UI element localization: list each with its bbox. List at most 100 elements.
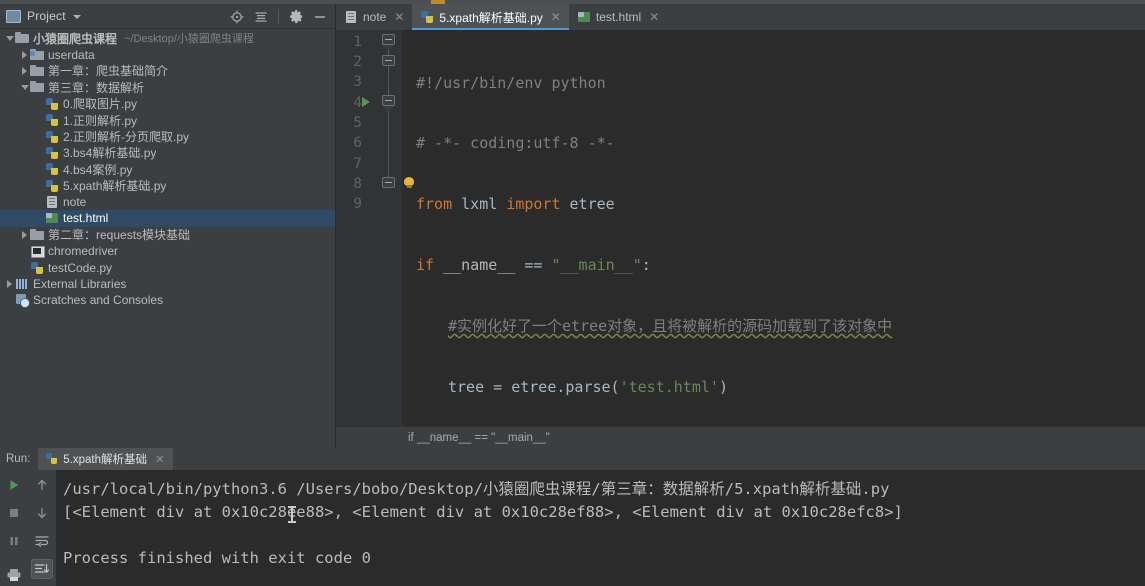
tree-row[interactable]: test.html [0,210,335,227]
code-line-6: tree = etree.parse('test.html') [402,377,1145,397]
tree-row-label: 第二章：requests模块基础 [48,228,191,243]
tree-row[interactable]: 3.bs4解析基础.py [0,145,335,161]
editor-tab-label: test.html [595,10,642,24]
locate-icon[interactable] [226,6,248,28]
tree-expand-arrow-icon[interactable] [19,230,30,239]
breadcrumb[interactable]: if __name__ == "__main__" [336,426,1145,448]
editor-gutter[interactable]: 1 2 3 4 5 6 7 8 9 [336,30,414,426]
fold-marker-line8[interactable] [382,177,395,188]
tree-expand-arrow-icon[interactable] [19,84,30,90]
tree-row[interactable]: External Libraries [0,276,335,292]
editor-area: note ✕ 5.xpath解析基础.py ✕ test.html ✕ 1 2 3 4 5… [336,4,1145,448]
chevron-down-icon[interactable] [72,15,81,19]
tree-row[interactable]: 5.xpath解析基础.py [0,178,335,194]
kw-from: from [416,195,453,214]
tree-expand-arrow-icon[interactable] [4,35,15,41]
tree-row[interactable]: chromedriver [0,243,335,259]
tree-row[interactable]: testCode.py [0,259,335,275]
chevron-right-icon [22,230,27,239]
editor-tab-label: note [363,10,387,24]
html-icon [45,211,59,225]
fold-marker-line2[interactable] [382,55,395,66]
py-icon [45,97,59,111]
tree-row[interactable]: 4.bs4案例.py [0,161,335,177]
tree-row[interactable]: 第一章：爬虫基础简介 [0,63,335,79]
code-line-3: from lxml import etree [402,194,1145,214]
folder-icon [30,228,44,242]
py-icon [45,162,59,176]
close-icon[interactable]: ✕ [155,452,165,466]
fold-marker-line4[interactable] [382,95,395,111]
tree-row[interactable]: userdata [0,46,335,62]
tree-row[interactable]: note [0,194,335,210]
print-button[interactable] [3,565,25,585]
tree-row[interactable]: 2.正则解析-分页爬取.py [0,128,335,144]
op-eq: == [524,256,543,275]
code-text[interactable]: #!/usr/bin/env python # -*- coding:utf-8… [402,30,1145,426]
str-testhtml: 'test.html' [619,378,719,397]
paren-close: ) [718,378,728,397]
collapse-all-icon[interactable] [250,6,272,28]
editor-tabbar[interactable]: note ✕ 5.xpath解析基础.py ✕ test.html ✕ [336,4,1145,30]
run-gutter-icon[interactable] [362,97,370,107]
breadcrumb-text: if __name__ == "__main__" [408,431,550,444]
tree-row[interactable]: 第二章：requests模块基础 [0,227,335,243]
close-icon[interactable]: ✕ [649,11,659,23]
dunder-name: __name__ [443,256,516,275]
tree-row[interactable]: Scratches and Consoles [0,292,335,309]
soft-wrap-button[interactable] [31,531,53,551]
tree-row[interactable]: 1.正则解析.py [0,112,335,128]
editor-tab[interactable]: 5.xpath解析基础.py ✕ [412,4,570,30]
editor-tab[interactable]: note ✕ [336,4,412,30]
minimize-icon[interactable] [309,6,331,28]
project-header: Project [0,4,335,29]
line-number: 6 [353,135,362,151]
editor-tab[interactable]: test.html ✕ [569,4,667,30]
tree-row-label: userdata [48,47,95,62]
line-number: 1 [353,34,362,50]
project-title: Project [27,9,66,23]
toolbar-divider [278,9,279,24]
tree-row[interactable]: 小猿圈爬虫课程 ~/Desktop/小猿圈爬虫课程 [0,30,335,46]
chevron-right-icon [22,50,27,59]
py-icon [45,113,59,127]
tree-expand-arrow-icon[interactable] [19,66,30,75]
scratch-icon [15,293,30,309]
scroll-to-end-button[interactable] [31,559,53,579]
close-icon[interactable]: ✕ [394,11,404,23]
line-number: 5 [353,115,362,131]
line-number: 7 [353,156,362,172]
down-button[interactable] [31,503,53,523]
run-tool-window: Run: 5.xpath解析基础 ✕ /usr/local/bin/python… [0,448,1145,586]
folder-icon [30,64,44,78]
run-configuration-tab[interactable]: 5.xpath解析基础 ✕ [38,448,173,470]
pause-button[interactable] [3,531,25,551]
tree-row[interactable]: 0.爬取图片.py [0,96,335,112]
folder-icon [30,80,44,94]
tree-expand-arrow-icon[interactable] [4,280,15,289]
py-icon [45,130,59,144]
project-window-icon [6,9,21,23]
rerun-button[interactable] [3,475,25,495]
tree-row-label: chromedriver [48,244,119,259]
code-line-2: # -*- coding:utf-8 -*- [402,133,1145,153]
py-icon [45,146,59,160]
tree-row[interactable]: 第三章：数据解析 [0,79,335,95]
fold-marker-line1[interactable] [382,34,395,50]
folder-badge-icon [30,48,44,62]
code-editor[interactable]: 1 2 3 4 5 6 7 8 9 #!/usr/bin/env python [336,30,1145,426]
up-button[interactable] [31,475,53,495]
folder-badge-icon [30,50,35,56]
close-icon[interactable]: ✕ [551,11,561,23]
python-file-icon [420,10,434,24]
project-tool-window: Project 小猿圈爬虫课程 ~/Desktop/小猿圈爬虫课程 userda… [0,4,336,448]
line-number: 4 [353,95,362,111]
project-tree[interactable]: 小猿圈爬虫课程 ~/Desktop/小猿圈爬虫课程 userdata 第一章：爬虫基础… [0,29,335,448]
call-parse: = etree.parse( [493,378,620,397]
tree-row-label: 3.bs4解析基础.py [63,146,157,161]
tree-row-label: note [63,195,87,210]
console-output[interactable]: /usr/local/bin/python3.6 /Users/bobo/Des… [56,470,1145,586]
stop-button[interactable] [3,503,25,523]
tree-expand-arrow-icon[interactable] [19,50,30,59]
gear-icon[interactable] [285,6,307,28]
